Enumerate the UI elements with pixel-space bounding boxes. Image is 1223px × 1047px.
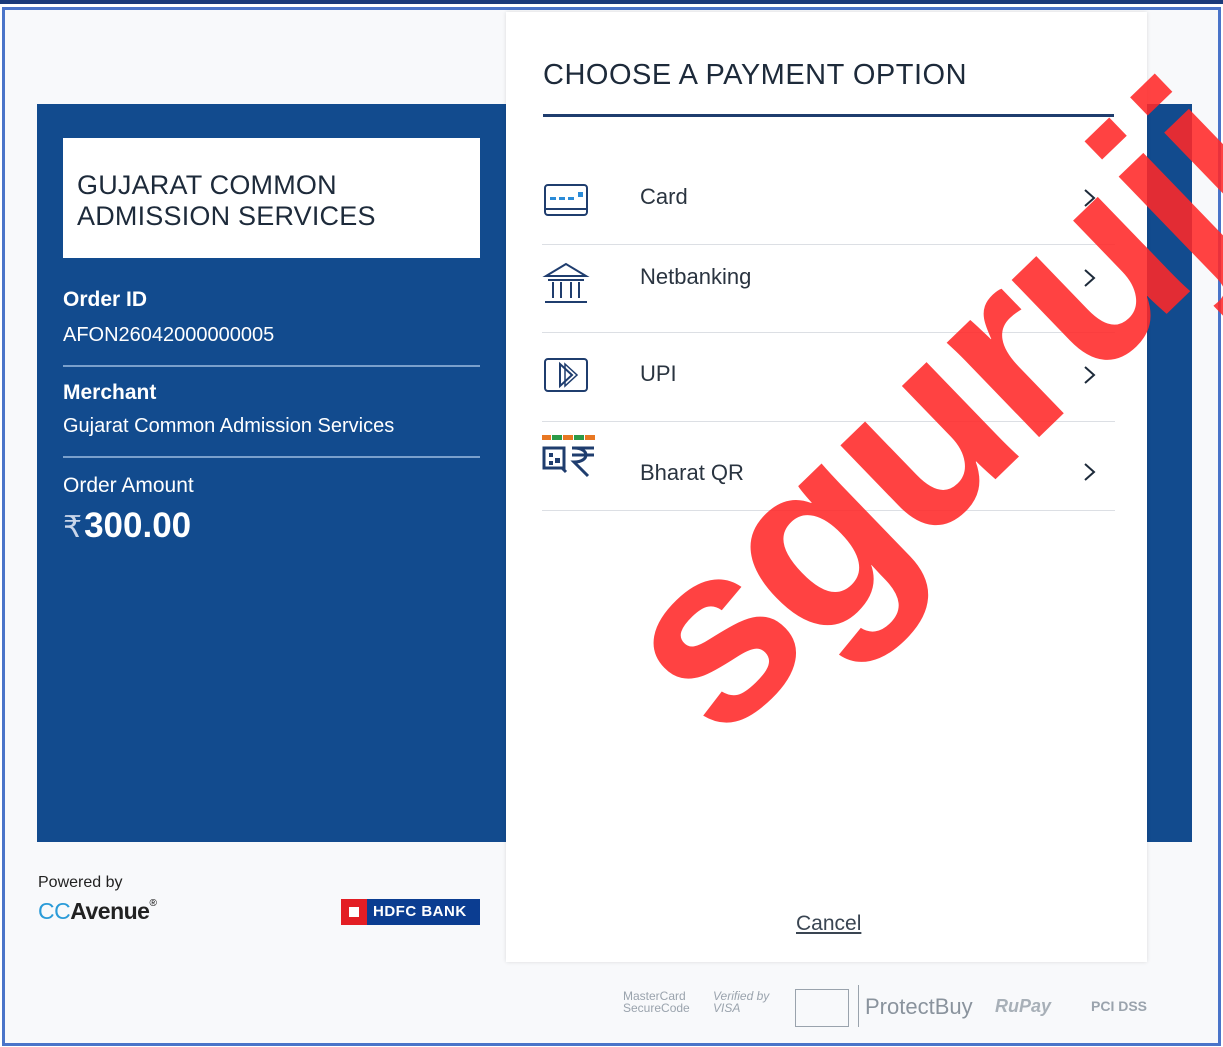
bank-icon bbox=[542, 262, 590, 303]
chevron-right-icon bbox=[1084, 189, 1096, 207]
chevron-right-icon bbox=[1084, 269, 1096, 287]
bharat-qr-icon bbox=[542, 435, 595, 478]
registered-mark: ® bbox=[149, 898, 157, 909]
top-frame-bar bbox=[0, 0, 1223, 4]
rupee-icon: ₹ bbox=[63, 511, 83, 544]
powered-by-label: Powered by bbox=[38, 874, 123, 891]
merchant-value: Gujarat Common Admission Services bbox=[63, 415, 395, 437]
cancel-link[interactable]: Cancel bbox=[796, 912, 861, 936]
order-id-divider bbox=[63, 365, 480, 367]
mastercard-securecode-badge: MasterCard SecureCode bbox=[623, 989, 690, 1015]
order-id-label: Order ID bbox=[63, 288, 148, 311]
verified-by-visa-badge: Verified by VISA bbox=[713, 989, 770, 1015]
upi-icon bbox=[544, 358, 588, 392]
payment-option-label: UPI bbox=[640, 361, 677, 386]
payment-option-upi[interactable]: UPI bbox=[542, 333, 1115, 422]
order-id-value: AFON26042000000005 bbox=[63, 324, 275, 346]
rupay-badge: RuPay bbox=[995, 996, 1052, 1016]
payment-option-netbanking[interactable]: Netbanking bbox=[542, 244, 1115, 333]
payment-option-label: Card bbox=[640, 184, 688, 209]
title-underline bbox=[543, 114, 1114, 117]
ccavenue-cc-text: CC bbox=[38, 898, 71, 924]
payment-option-label: Netbanking bbox=[640, 264, 752, 289]
diners-club-badge bbox=[795, 989, 849, 1027]
merchant-label: Merchant bbox=[63, 381, 157, 404]
chevron-right-icon bbox=[1084, 463, 1096, 481]
badge-separator bbox=[858, 985, 859, 1027]
ccavenue-avenue-text: Avenue bbox=[70, 898, 150, 924]
payment-option-card[interactable]: Card bbox=[542, 156, 1115, 245]
hdfc-mark-icon bbox=[341, 899, 367, 925]
payment-option-bharat-qr[interactable]: Bharat QR bbox=[542, 422, 1115, 511]
payment-option-label: Bharat QR bbox=[640, 460, 744, 485]
order-amount-label: Order Amount bbox=[63, 474, 194, 497]
merchant-brand-box: GUJARAT COMMON ADMISSION SERVICES bbox=[63, 138, 480, 258]
order-amount-value: 300.00 bbox=[84, 506, 192, 545]
protectbuy-badge: ProtectBuy bbox=[865, 994, 973, 1019]
merchant-brand-name: GUJARAT COMMON ADMISSION SERVICES bbox=[77, 170, 376, 231]
order-amount: ₹300.00 bbox=[63, 506, 191, 546]
pci-dss-badge: PCI DSS bbox=[1091, 998, 1148, 1014]
card-icon bbox=[544, 184, 588, 216]
panel-title: CHOOSE A PAYMENT OPTION bbox=[543, 59, 968, 91]
ccavenue-logo[interactable]: CCAvenue® bbox=[38, 898, 157, 925]
hdfc-bank-text: HDFC BANK bbox=[373, 903, 467, 920]
hdfc-bank-logo: HDFC BANK bbox=[341, 899, 480, 925]
payment-options-panel: CHOOSE A PAYMENT OPTION Card Netbanking bbox=[506, 12, 1147, 962]
chevron-right-icon bbox=[1084, 366, 1096, 384]
merchant-divider bbox=[63, 456, 480, 458]
